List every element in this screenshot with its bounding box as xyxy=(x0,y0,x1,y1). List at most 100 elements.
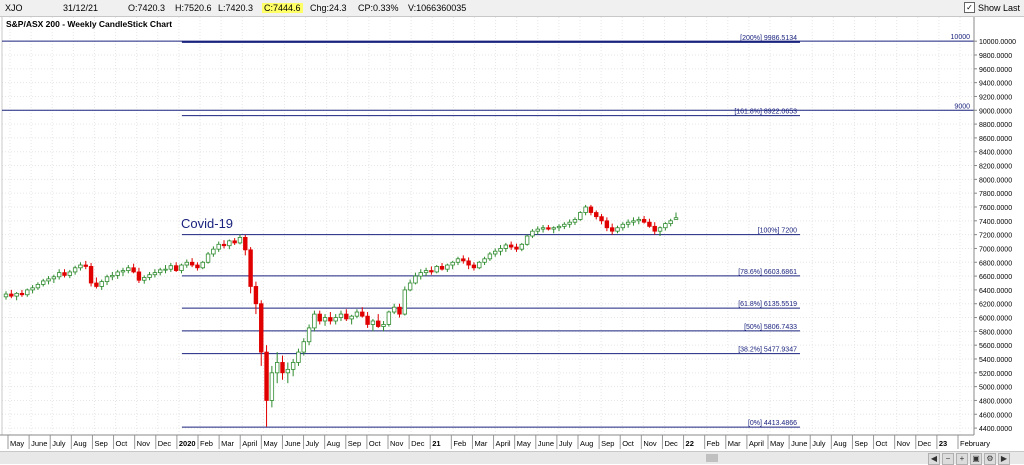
x-tick-label: 23 xyxy=(939,439,947,448)
candle-body xyxy=(514,246,519,250)
candles-layer xyxy=(3,204,679,427)
x-tick-label: Oct xyxy=(876,439,889,448)
candle-body xyxy=(264,351,269,401)
candle-body xyxy=(609,227,615,232)
candle-body xyxy=(556,225,562,229)
candle-body xyxy=(274,362,280,374)
quote-volume: V:1066360035 xyxy=(408,3,467,13)
candle-body xyxy=(551,227,556,230)
scroll-right-icon[interactable]: ▶ xyxy=(998,453,1010,465)
candle-body xyxy=(663,223,668,229)
x-tick-label: June xyxy=(791,439,807,448)
show-last-toggle[interactable]: ✓ Show Last xyxy=(963,2,1020,13)
settings-icon[interactable]: ⚙ xyxy=(984,453,996,465)
candle-body xyxy=(652,225,657,232)
candle-body xyxy=(200,261,205,269)
fit-icon[interactable]: ▣ xyxy=(970,453,982,465)
candle-body xyxy=(365,315,370,325)
candle-body xyxy=(657,227,663,232)
y-tick-label: 7600.0000 xyxy=(979,205,1012,212)
candle-body xyxy=(562,223,567,227)
fib-level-label: [200%] 9986.5134 xyxy=(740,35,797,42)
scroll-left-icon[interactable]: ◀ xyxy=(928,453,940,465)
quote-low: L:7420.3 xyxy=(218,3,254,13)
candle-body xyxy=(83,264,88,267)
x-tick-label: 21 xyxy=(432,439,440,448)
horizontal-scrollbar[interactable]: ◀ − + ▣ ⚙ ▶ xyxy=(0,451,1024,465)
candle-body xyxy=(243,236,248,251)
candle-body xyxy=(471,264,477,269)
candle-body xyxy=(434,266,439,273)
quote-close: C:7444.6 xyxy=(262,3,303,13)
x-tick-label: 2020 xyxy=(179,439,196,448)
y-tick-label: 6400.0000 xyxy=(979,288,1012,295)
candle-body xyxy=(477,261,482,269)
candle-body xyxy=(269,372,275,401)
fib-levels-layer: 10000 9000 [200%] 9986.5134 [161.8%] 8922.0… xyxy=(2,34,974,428)
y-tick-label: 5200.0000 xyxy=(979,371,1012,378)
candle-body xyxy=(397,306,402,315)
symbol: XJO xyxy=(5,3,23,13)
x-tick-label: Feb xyxy=(707,439,720,448)
candle-body xyxy=(25,289,30,296)
y-tick-label: 8800.0000 xyxy=(979,122,1012,129)
x-tick-label: June xyxy=(284,439,300,448)
candle-body xyxy=(163,268,168,271)
x-tick-label: April xyxy=(496,439,511,448)
quote-high: H:7520.6 xyxy=(175,3,212,13)
candle-body xyxy=(147,274,152,278)
y-tick-label: 5800.0000 xyxy=(979,329,1012,336)
quote-bar: XJO 31/12/21 O:7420.3 H:7520.6 L:7420.3 … xyxy=(0,0,1024,17)
candle-body xyxy=(19,292,25,296)
fib-level-label: [161.8%] 8922.0653 xyxy=(734,109,797,116)
candle-body xyxy=(429,270,434,273)
candle-body xyxy=(168,265,174,270)
y-tick-label: 9600.0000 xyxy=(979,67,1012,74)
candle-body xyxy=(120,270,126,273)
candle-body xyxy=(306,327,312,343)
candle-body xyxy=(631,220,636,223)
candle-body xyxy=(668,220,673,224)
candle-body xyxy=(296,351,301,363)
x-tick-label: July xyxy=(812,439,826,448)
x-tick-label: Sep xyxy=(854,439,867,448)
candle-body xyxy=(578,212,583,220)
zoom-in-icon[interactable]: + xyxy=(956,453,968,465)
candle-body xyxy=(604,220,610,229)
y-tick-label: 4600.0000 xyxy=(979,412,1012,419)
candle-body xyxy=(370,320,376,325)
candle-body xyxy=(445,264,450,270)
candle-body xyxy=(461,258,466,262)
y-tick-label: 7200.0000 xyxy=(979,233,1012,240)
candle-body xyxy=(466,260,471,266)
x-tick-label: June xyxy=(538,439,554,448)
x-tick-label: February xyxy=(960,439,990,448)
covid-annotation: Covid-19 xyxy=(181,216,233,231)
candle-body xyxy=(620,223,626,229)
candlestick-chart[interactable]: 10000 9000 [200%] 9986.5134 [161.8%] 8922.0… xyxy=(0,17,1024,450)
candle-body xyxy=(301,341,306,353)
scroll-thumb[interactable] xyxy=(706,454,718,462)
candle-body xyxy=(625,221,631,225)
candle-body xyxy=(216,243,221,250)
fib-level-label: [100%] 7200 xyxy=(758,228,797,235)
y-tick-label: 9200.0000 xyxy=(979,94,1012,101)
candle-body xyxy=(232,240,237,244)
y-tick-label: 7400.0000 xyxy=(979,219,1012,226)
candle-body xyxy=(14,292,19,297)
candle-body xyxy=(142,277,147,281)
x-tick-label: Mar xyxy=(474,439,487,448)
x-tick-label: Nov xyxy=(137,439,151,448)
chart-title: S&P/ASX 200 - Weekly CandleStick Chart xyxy=(6,19,172,29)
x-tick-label: Oct xyxy=(369,439,382,448)
candle-body xyxy=(179,264,184,271)
candle-body xyxy=(62,272,67,276)
candle-body xyxy=(354,311,360,317)
show-last-checkbox[interactable]: ✓ xyxy=(963,2,975,13)
candle-body xyxy=(450,261,455,266)
candle-body xyxy=(588,206,594,213)
candle-body xyxy=(9,293,14,297)
candle-body xyxy=(152,272,158,276)
zoom-out-icon[interactable]: − xyxy=(942,453,954,465)
x-tick-label: June xyxy=(31,439,47,448)
